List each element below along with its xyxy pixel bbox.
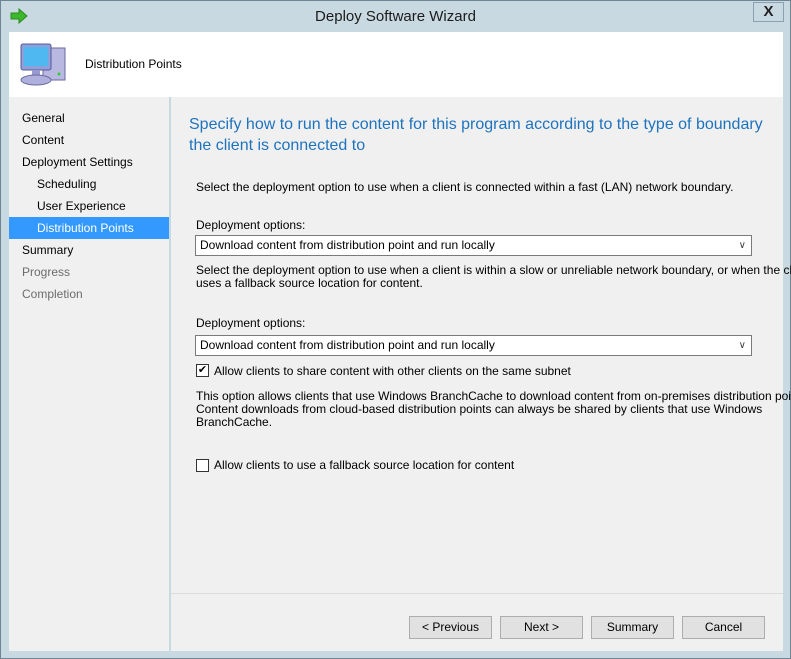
fast-options-label: Deployment options: (196, 218, 306, 232)
fast-deployment-select[interactable]: Download content from distribution point… (195, 235, 752, 256)
share-content-label[interactable]: Allow clients to share content with othe… (214, 364, 571, 378)
button-separator (171, 593, 783, 594)
wizard-nav: General Content Deployment Settings Sche… (9, 97, 169, 651)
nav-item-summary[interactable]: Summary (9, 239, 169, 261)
fast-description: Select the deployment option to use when… (196, 180, 734, 194)
summary-button[interactable]: Summary (591, 616, 674, 639)
chevron-down-icon: ∨ (738, 340, 746, 351)
wizard-header: Distribution Points (9, 32, 783, 97)
slow-description-2: uses a fallback source location for cont… (196, 276, 423, 290)
nav-item-scheduling[interactable]: Scheduling (9, 173, 169, 195)
branchcache-note-2: Content downloads from cloud-based distr… (196, 402, 763, 416)
fallback-label[interactable]: Allow clients to use a fallback source l… (214, 458, 514, 472)
fallback-checkbox[interactable] (196, 459, 209, 472)
window-title: Deploy Software Wizard (315, 8, 476, 25)
slow-description-1: Select the deployment option to use when… (196, 263, 791, 277)
green-arrow-icon (10, 8, 28, 24)
computer-icon (20, 43, 66, 86)
nav-item-deployment-settings[interactable]: Deployment Settings (9, 151, 169, 173)
nav-item-general[interactable]: General (9, 107, 169, 129)
chevron-down-icon: ∨ (738, 240, 746, 251)
nav-item-completion: Completion (22, 287, 83, 301)
previous-button[interactable]: < Previous (409, 616, 492, 639)
slow-deployment-select[interactable]: Download content from distribution point… (195, 335, 752, 356)
title-bar: Deploy Software Wizard (1, 1, 790, 32)
nav-item-content[interactable]: Content (9, 129, 169, 151)
branchcache-note-1: This option allows clients that use Wind… (196, 389, 791, 403)
header-title: Distribution Points (85, 57, 182, 71)
wizard-window: Deploy Software Wizard X Distribution Po… (0, 0, 791, 659)
slow-select-value: Download content from distribution point… (200, 338, 495, 352)
slow-options-label: Deployment options: (196, 316, 306, 330)
nav-item-distribution-points[interactable]: Distribution Points (9, 217, 169, 239)
main-panel: Specify how to run the content for this … (171, 97, 791, 651)
share-content-checkbox[interactable]: ✔ (196, 364, 209, 377)
next-button[interactable]: Next > (500, 616, 583, 639)
nav-item-user-experience[interactable]: User Experience (9, 195, 169, 217)
branchcache-note-3: BranchCache. (196, 415, 273, 429)
nav-item-progress: Progress (22, 265, 71, 279)
cancel-button[interactable]: Cancel (682, 616, 765, 639)
fast-select-value: Download content from distribution point… (200, 238, 495, 252)
page-heading: Specify how to run the content for this … (189, 116, 763, 154)
close-button[interactable]: X (753, 2, 784, 22)
